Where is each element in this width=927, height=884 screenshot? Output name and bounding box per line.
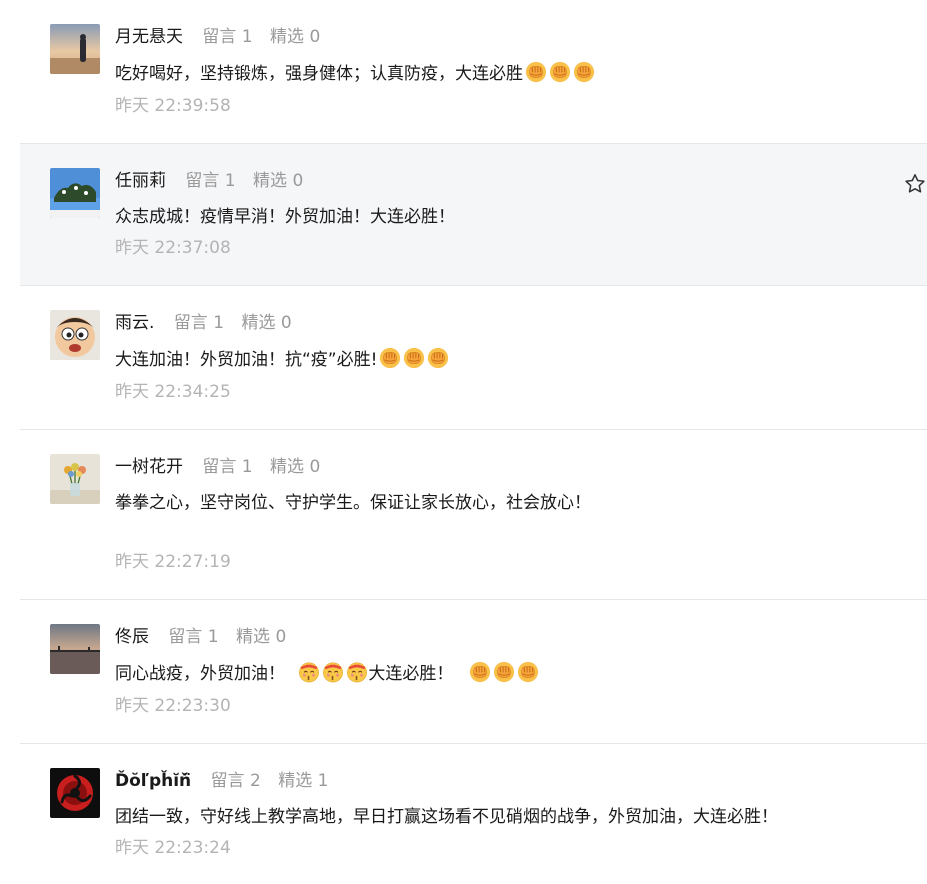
comment-time: 昨天 22:23:24 <box>115 838 231 858</box>
fist-emoji-icon <box>517 661 539 683</box>
kiss-face-emoji-icon <box>298 661 320 683</box>
reply-count: 留言 1 <box>185 171 236 191</box>
comment-item: Ďŏľpȟĭň̈ 留言 2 精选 1 团结一致，守好线上教学高地，早日打赢这场看… <box>20 744 927 884</box>
reply-count: 留言 2 <box>210 771 261 791</box>
fist-emoji-icon <box>573 61 595 83</box>
reply-count: 留言 1 <box>202 27 253 47</box>
fist-emoji-icon <box>469 661 491 683</box>
comment-time: 昨天 22:39:58 <box>115 96 231 116</box>
avatar[interactable] <box>50 768 100 818</box>
comment-time: 昨天 22:27:19 <box>115 552 231 572</box>
kiss-face-emoji-icon <box>322 661 344 683</box>
nickname[interactable]: 雨云. <box>115 313 154 333</box>
comment-text: 大连加油！外贸加油！抗“疫”必胜! <box>115 350 378 370</box>
nickname[interactable]: 任丽莉 <box>115 171 166 191</box>
comment-time: 昨天 22:23:30 <box>115 696 231 716</box>
avatar[interactable] <box>50 24 100 74</box>
nickname[interactable]: 佟辰 <box>115 627 149 647</box>
fist-emoji-icon <box>549 61 571 83</box>
avatar[interactable] <box>50 168 100 218</box>
star-outline-icon[interactable] <box>903 172 927 196</box>
featured-count: 精选 0 <box>253 171 304 191</box>
fist-emoji-icon <box>493 661 515 683</box>
comment-content: 团结一致，守好线上教学高地，早日打赢这场看不见硝烟的战争，外贸加油，大连必胜！ <box>115 807 778 827</box>
comment-text: 大连必胜！ <box>368 664 454 684</box>
avatar[interactable] <box>50 624 100 674</box>
fist-emoji-icon <box>525 61 547 83</box>
comment-item: 月无悬天 留言 1 精选 0 吃好喝好，坚持锻炼，强身健体；认真防疫，大连必胜 … <box>20 0 927 144</box>
avatar[interactable] <box>50 310 100 360</box>
nickname[interactable]: 月无悬天 <box>115 27 183 47</box>
comment-list: 月无悬天 留言 1 精选 0 吃好喝好，坚持锻炼，强身健体；认真防疫，大连必胜 … <box>20 0 927 884</box>
comment-content: 吃好喝好，坚持锻炼，强身健体；认真防疫，大连必胜 <box>115 61 595 87</box>
featured-count: 精选 0 <box>270 457 321 477</box>
comment-content: 众志成城！疫情早消！外贸加油！大连必胜！ <box>115 207 455 227</box>
fist-emoji-icon <box>379 347 401 369</box>
featured-count: 精选 0 <box>236 627 287 647</box>
comment-content: 拳拳之心，坚守岗位、守护学生。保证让家长放心，社会放心！ <box>115 493 591 513</box>
avatar[interactable] <box>50 454 100 504</box>
featured-count: 精选 1 <box>278 771 329 791</box>
nickname[interactable]: 一树花开 <box>115 457 183 477</box>
fist-emoji-icon <box>403 347 425 369</box>
comment-item: 佟辰 留言 1 精选 0 同心战疫，外贸加油！ 大连必胜！ 昨天 22:23:3… <box>20 600 927 744</box>
reply-count: 留言 1 <box>173 313 225 333</box>
comment-text: 吃好喝好，坚持锻炼，强身健体；认真防疫，大连必胜 <box>115 64 523 84</box>
comment-content: 同心战疫，外贸加油！ 大连必胜！ <box>115 661 539 687</box>
fist-emoji-icon <box>427 347 449 369</box>
comment-item: 任丽莉 留言 1 精选 0 众志成城！疫情早消！外贸加油！大连必胜！ 昨天 22… <box>20 144 927 286</box>
comment-item: 一树花开 留言 1 精选 0 拳拳之心，坚守岗位、守护学生。保证让家长放心，社会… <box>20 430 927 600</box>
comment-item: 雨云. 留言 1 精选 0 大连加油！外贸加油！抗“疫”必胜! 昨天 22:34… <box>20 286 927 430</box>
comment-time: 昨天 22:34:25 <box>115 382 231 402</box>
featured-count: 精选 0 <box>270 27 321 47</box>
comment-time: 昨天 22:37:08 <box>115 238 231 258</box>
comment-text: 同心战疫，外贸加油！ <box>115 664 285 684</box>
nickname[interactable]: Ďŏľpȟĭň̈ <box>115 771 191 791</box>
comment-content: 大连加油！外贸加油！抗“疫”必胜! <box>115 347 449 373</box>
reply-count: 留言 1 <box>202 457 253 477</box>
reply-count: 留言 1 <box>168 627 219 647</box>
kiss-face-emoji-icon <box>346 661 368 683</box>
featured-count: 精选 0 <box>241 313 292 333</box>
